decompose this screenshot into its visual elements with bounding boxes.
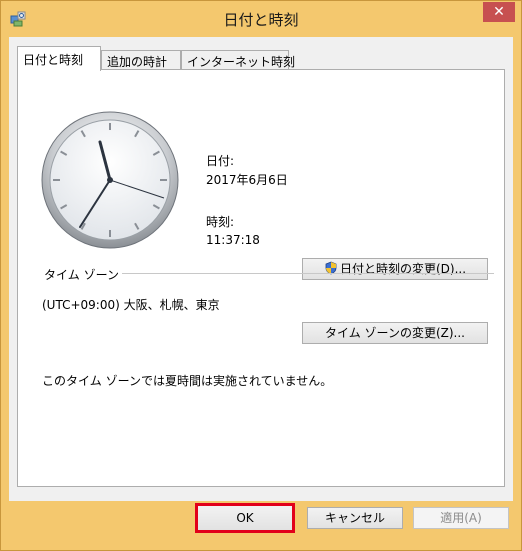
ok-highlight-frame: [195, 503, 295, 533]
dst-note: このタイム ゾーンでは夏時間は実施されていません。: [42, 374, 333, 388]
timezone-group-label: タイム ゾーン: [44, 268, 119, 282]
tab-additional-clocks[interactable]: 追加の時計: [101, 50, 181, 69]
cancel-button[interactable]: キャンセル: [307, 507, 403, 529]
date-value: 2017年6月6日: [206, 173, 288, 187]
dialog-client-area: 日付と時刻 追加の時計 インターネット時刻 日付: 2017年6月6日 時刻: …: [9, 37, 513, 501]
date-label: 日付:: [206, 154, 235, 168]
change-timezone-button[interactable]: タイム ゾーンの変更(Z)...: [302, 322, 488, 344]
apply-button[interactable]: 適用(A): [413, 507, 509, 529]
window-title: 日付と時刻: [223, 11, 299, 29]
tab-date-time[interactable]: 日付と時刻: [17, 46, 101, 71]
title-bar[interactable]: 日付と時刻 ✕: [1, 1, 521, 37]
date-time-dialog: 日付と時刻 ✕ 日付と時刻 追加の時計 インターネット時刻 日付: 2017年6…: [0, 0, 522, 551]
analog-clock-icon: [41, 111, 179, 249]
close-button[interactable]: ✕: [483, 2, 515, 22]
timezone-group-divider: [122, 273, 494, 274]
tab-panel-date-time: 日付: 2017年6月6日 時刻: 11:37:18 日付と時刻の変更(D)..…: [17, 69, 505, 487]
timezone-value: (UTC+09:00) 大阪、札幌、東京: [42, 298, 220, 312]
time-label: 時刻:: [206, 215, 235, 229]
time-value: 11:37:18: [206, 233, 260, 247]
tab-internet-time[interactable]: インターネット時刻: [181, 50, 295, 69]
close-icon: ✕: [493, 4, 505, 20]
change-date-time-button[interactable]: 日付と時刻の変更(D)...: [302, 258, 488, 280]
